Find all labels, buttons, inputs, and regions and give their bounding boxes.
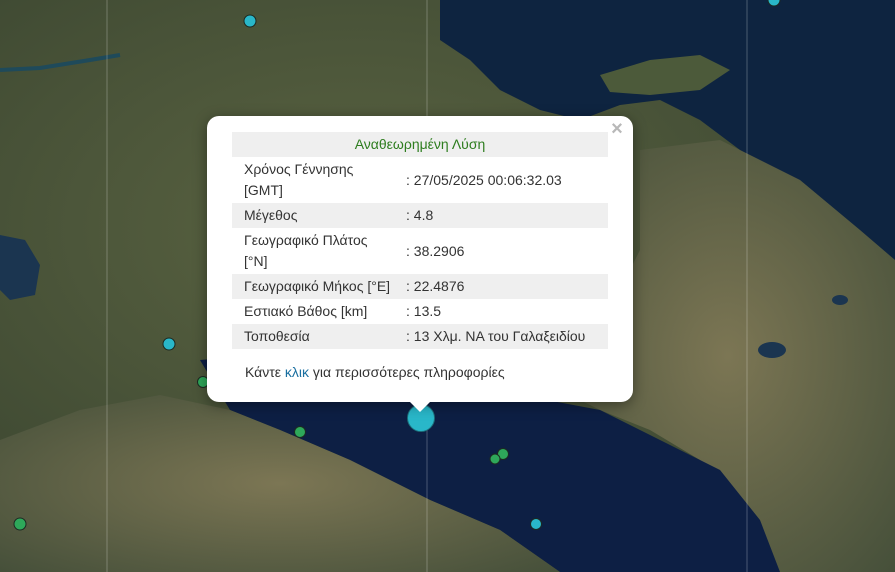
footer-text-before: Κάντε	[245, 364, 285, 380]
table-row: Εστιακό Βάθος [km] : 13.5	[232, 299, 608, 324]
origin-time-label: Χρόνος Γέννησης [GMT]	[244, 161, 354, 198]
latitude-value: : 38.2906	[406, 242, 465, 259]
event-marker-cyan[interactable]	[530, 518, 542, 530]
magnitude-value: : 4.8	[406, 203, 608, 228]
depth-label: Εστιακό Βάθος [km]	[244, 303, 368, 319]
longitude-label: Γεωγραφικό Μήκος [°E]	[232, 274, 406, 299]
table-row: Τοποθεσία : 13 Χλμ. ΝΑ του Γαλαξειδίου	[232, 324, 608, 349]
table-row: Γεωγραφικό Πλάτος [°N] : 38.2906	[232, 228, 608, 274]
event-popup: × Αναθεωρημένη Λύση Χρόνος Γέννησης [GMT…	[207, 116, 633, 402]
popup-footer: Κάντε κλικ για περισσότερες πληροφορίες	[245, 364, 505, 380]
event-marker-green[interactable]	[13, 517, 27, 531]
table-row: Μέγεθος : 4.8	[232, 203, 608, 228]
event-marker-green[interactable]	[489, 453, 501, 465]
table-row: Χρόνος Γέννησης [GMT] : 27/05/2025 00:06…	[232, 157, 608, 203]
event-marker-green[interactable]	[294, 426, 306, 438]
more-info-link[interactable]: κλικ	[285, 364, 309, 380]
event-marker-cyan[interactable]	[162, 337, 176, 351]
close-icon[interactable]: ×	[608, 119, 626, 139]
depth-value: : 13.5	[406, 303, 442, 319]
event-marker-cyan[interactable]	[243, 14, 257, 28]
location-label: Τοποθεσία	[232, 324, 406, 349]
popup-title: Αναθεωρημένη Λύση	[232, 132, 608, 157]
latitude-label: Γεωγραφικό Πλάτος [°N]	[244, 232, 368, 269]
small-lake	[758, 342, 786, 358]
footer-text-after: για περισσότερες πληροφορίες	[309, 364, 505, 380]
magnitude-label: Μέγεθος	[232, 203, 406, 228]
longitude-value: : 22.4876	[406, 274, 608, 299]
table-row: Γεωγραφικό Μήκος [°E] : 22.4876	[232, 274, 608, 299]
popup-title-row: Αναθεωρημένη Λύση	[232, 132, 608, 157]
small-lake	[832, 295, 848, 305]
location-value: : 13 Χλμ. ΝΑ του Γαλαξειδίου	[406, 324, 608, 349]
origin-time-value: : 27/05/2025 00:06:32.03	[406, 171, 562, 188]
event-info-table: Αναθεωρημένη Λύση Χρόνος Γέννησης [GMT] …	[232, 132, 608, 349]
popup-tip	[406, 398, 434, 412]
